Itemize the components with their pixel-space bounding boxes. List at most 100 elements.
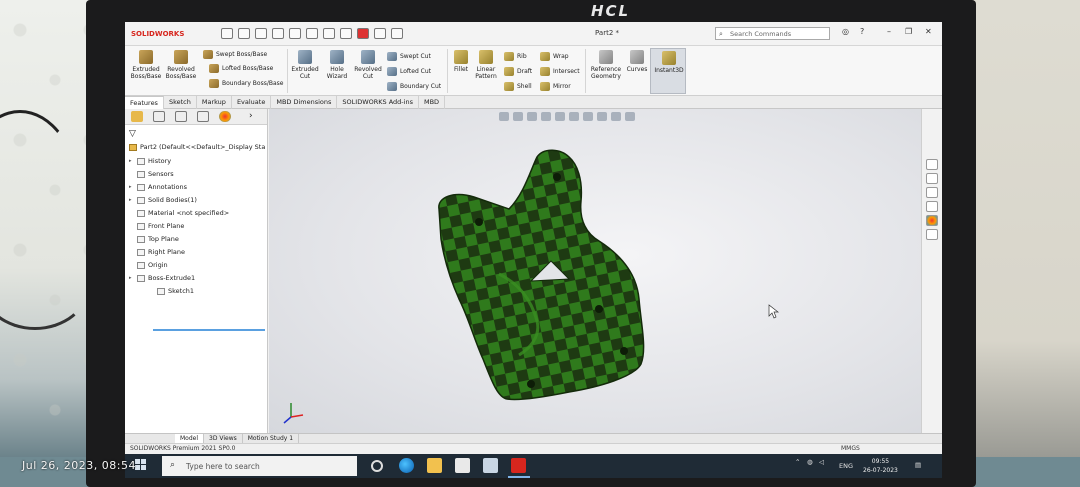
expand-arrow-icon[interactable]: ▸ — [129, 275, 137, 281]
tree-item[interactable]: Top Plane — [129, 235, 179, 243]
property-manager-icon[interactable] — [153, 111, 165, 122]
tray-chevron-icon[interactable]: ⌃ — [795, 458, 800, 466]
curves-button[interactable]: Curves — [625, 50, 649, 73]
tree-item[interactable]: Right Plane — [129, 248, 185, 256]
file-properties-icon[interactable] — [374, 28, 386, 39]
open-folder-icon[interactable] — [255, 28, 267, 39]
expand-arrow-icon[interactable]: ▸ — [129, 184, 137, 190]
restore-button[interactable]: ❐ — [905, 27, 912, 36]
tree-item[interactable]: ▸ History — [129, 157, 171, 165]
tree-item[interactable]: ▸ Annotations — [129, 183, 187, 191]
user-account-icon[interactable]: ◎ — [842, 27, 849, 36]
view-palette-icon[interactable] — [926, 201, 938, 212]
draft-button[interactable]: Draft — [504, 67, 532, 76]
tab-model[interactable]: Model — [175, 434, 205, 443]
file-explorer-icon[interactable] — [926, 187, 938, 198]
design-library-icon[interactable] — [926, 173, 938, 184]
select-arrow-icon[interactable] — [340, 28, 352, 39]
microsoft-store-icon[interactable] — [455, 458, 470, 473]
tree-item[interactable]: Front Plane — [129, 222, 184, 230]
display-manager-icon[interactable] — [219, 111, 231, 122]
dimxpert-icon[interactable] — [197, 111, 209, 122]
undo-icon[interactable] — [306, 28, 318, 39]
tab-mbd-dimensions[interactable]: MBD Dimensions — [271, 96, 338, 109]
rib-button[interactable]: Rib — [504, 52, 527, 61]
linear-pattern-button[interactable]: Linear Pattern — [474, 50, 498, 80]
file-explorer-icon[interactable] — [427, 458, 442, 473]
intersect-button[interactable]: Intersect — [540, 67, 580, 76]
close-button[interactable]: ✕ — [925, 27, 932, 36]
swept-boss-button[interactable]: Swept Boss/Base — [203, 50, 267, 59]
mounting-hole[interactable] — [595, 305, 603, 313]
language-indicator[interactable]: ENG — [839, 462, 853, 470]
swept-cut-button[interactable]: Swept Cut — [387, 52, 431, 61]
mounting-hole[interactable] — [620, 347, 628, 355]
tab-markup[interactable]: Markup — [197, 96, 232, 109]
lofted-boss-button[interactable]: Lofted Boss/Base — [209, 64, 273, 73]
help-icon[interactable]: ? — [860, 27, 864, 36]
tab-evaluate[interactable]: Evaluate — [232, 96, 272, 109]
solidworks-resources-icon[interactable] — [926, 159, 938, 170]
extruded-cut-button[interactable]: Extruded Cut — [291, 50, 319, 80]
reference-geometry-button[interactable]: Reference Geometry — [589, 50, 623, 80]
revolved-boss-button[interactable]: Revolved Boss/Base — [165, 50, 197, 80]
tree-item[interactable]: ▸ Boss-Extrude1 — [129, 274, 195, 282]
tab-sketch[interactable]: Sketch — [164, 96, 197, 109]
taskbar-search-input[interactable]: ⌕ Type here to search — [162, 456, 357, 476]
tree-item[interactable]: Material <not specified> — [129, 209, 229, 217]
shell-button[interactable]: Shell — [504, 82, 532, 91]
mirror-button[interactable]: Mirror — [540, 82, 571, 91]
solidworks-logo[interactable]: SOLIDWORKS — [131, 30, 221, 38]
volume-icon[interactable]: ◁ — [819, 458, 824, 466]
print-icon[interactable] — [289, 28, 301, 39]
wrap-button[interactable]: Wrap — [540, 52, 569, 61]
windows-start-icon[interactable] — [135, 459, 147, 471]
mounting-hole[interactable] — [527, 380, 535, 388]
3d-model-view[interactable] — [269, 109, 921, 433]
tree-item[interactable]: ▸ Solid Bodies(1) — [129, 196, 197, 204]
taskbar-clock[interactable]: 09:55 26-07-2023 — [863, 457, 898, 475]
minimize-button[interactable]: – — [887, 27, 891, 36]
search-commands-input[interactable]: ⌕ Search Commands — [715, 27, 830, 40]
boundary-boss-button[interactable]: Boundary Boss/Base — [209, 79, 283, 88]
unit-system-selector[interactable]: MMGS — [841, 445, 860, 452]
home-icon[interactable] — [221, 28, 233, 39]
hole-wizard-button[interactable]: Hole Wizard — [323, 50, 351, 80]
tab-solidworks-addins[interactable]: SOLIDWORKS Add-ins — [337, 96, 419, 109]
filter-icon[interactable]: ▽ — [129, 129, 136, 139]
graphics-area[interactable] — [269, 109, 921, 433]
mounting-hole[interactable] — [553, 173, 561, 181]
instant3d-toggle[interactable]: Instant3D — [650, 48, 686, 94]
tree-root-part[interactable]: Part2 (Default<<Default>_Display Sta — [129, 143, 265, 151]
extruded-boss-button[interactable]: Extruded Boss/Base — [131, 50, 161, 80]
tab-motion-study[interactable]: Motion Study 1 — [243, 434, 300, 443]
redo-icon[interactable] — [323, 28, 335, 39]
tree-item[interactable]: Origin — [129, 261, 168, 269]
task-view-icon[interactable] — [371, 460, 383, 472]
tab-3d-views[interactable]: 3D Views — [204, 434, 243, 443]
save-icon[interactable] — [272, 28, 284, 39]
expand-arrow-icon[interactable]: ▸ — [129, 158, 137, 164]
boundary-cut-button[interactable]: Boundary Cut — [387, 82, 441, 91]
notification-icon[interactable]: ▤ — [915, 461, 921, 469]
expand-arrow-icon[interactable]: ▸ — [129, 197, 137, 203]
network-icon[interactable]: ◍ — [807, 458, 813, 466]
feature-manager-icon[interactable] — [131, 111, 143, 122]
custom-properties-icon[interactable] — [926, 229, 938, 240]
fillet-button[interactable]: Fillet — [451, 50, 471, 73]
new-document-icon[interactable] — [238, 28, 250, 39]
revolved-cut-button[interactable]: Revolved Cut — [354, 50, 382, 80]
configuration-manager-icon[interactable] — [175, 111, 187, 122]
tab-mbd[interactable]: MBD — [419, 96, 446, 109]
tree-item[interactable]: Sensors — [129, 170, 174, 178]
solidworks-taskbar-icon[interactable] — [511, 458, 526, 473]
tab-features[interactable]: Features — [125, 96, 164, 109]
edge-browser-icon[interactable] — [399, 458, 414, 473]
options-gear-icon[interactable] — [391, 28, 403, 39]
mail-icon[interactable] — [483, 458, 498, 473]
appearances-icon[interactable] — [926, 215, 938, 226]
lofted-cut-button[interactable]: Lofted Cut — [387, 67, 431, 76]
mounting-hole[interactable] — [475, 218, 483, 226]
tree-item[interactable]: Sketch1 — [149, 287, 194, 295]
rebuild-traffic-light-icon[interactable] — [357, 28, 369, 39]
